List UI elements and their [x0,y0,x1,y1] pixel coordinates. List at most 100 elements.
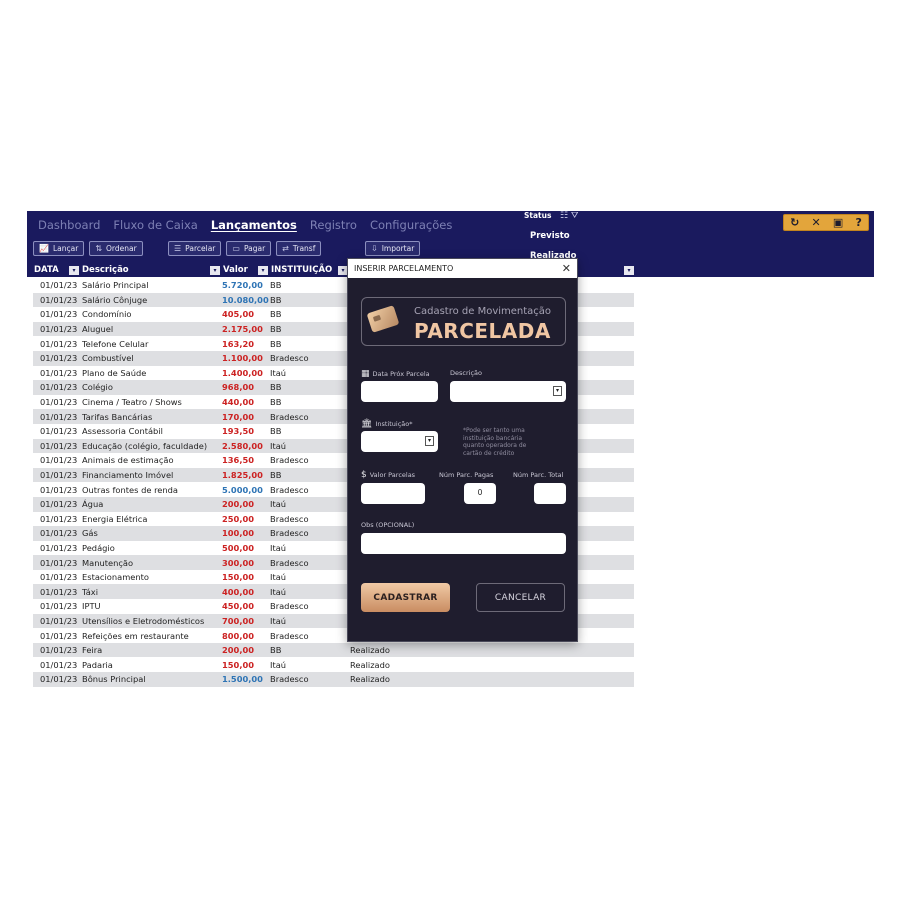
instituicao-label: 🏛 Instituição* [361,419,412,429]
num-parc-pagas-field[interactable]: 0 [464,483,496,504]
cell-description: Combustível [82,353,134,364]
filter-dropdown-icon[interactable]: ▾ [69,265,79,275]
cell-date: 01/01/23 [40,470,78,481]
cell-date: 01/01/23 [40,294,78,305]
banner-title: PARCELADA [414,319,551,343]
ordenar-label: Ordenar [106,244,137,253]
cell-value: 1.500,00 [222,674,263,685]
cell-date: 01/01/23 [40,440,78,451]
cell-institution: Itaú [270,659,287,670]
cell-description: Pedágio [82,542,115,553]
cell-description: Táxi [82,586,98,597]
cell-institution: Itaú [270,586,287,597]
cell-date: 01/01/23 [40,674,78,685]
filter-dropdown-icon[interactable]: ▾ [258,265,268,275]
cell-date: 01/01/23 [40,411,78,422]
importar-button[interactable]: ⇩ Importar [365,241,421,256]
data-prox-parcela-field[interactable] [361,381,438,402]
cell-institution: BB [270,309,282,320]
cell-value: 2.580,00 [222,440,263,451]
instituicao-select[interactable]: ▾ [361,431,438,452]
chevron-down-icon[interactable]: ▾ [553,386,562,396]
instituicao-hint: *Pode ser tanto uma instituição bancária… [463,427,527,457]
toolbar-left: 📈 Lançar ⇅ Ordenar [33,241,143,256]
cell-value: 700,00 [222,615,255,626]
lancar-button[interactable]: 📈 Lançar [33,241,85,256]
num-parc-total-field[interactable] [534,483,566,504]
cancelar-button[interactable]: CANCELAR [476,583,565,612]
table-row[interactable]: 01/01/23 Feira 200,00 BB Realizado [33,642,634,658]
cell-value: 400,00 [222,586,255,597]
table-row[interactable]: 01/01/23 Padaria 150,00 Itaú Realizado [33,657,634,672]
cell-description: Salário Principal [82,280,149,291]
col-descricao-header: ▾ Descrição [69,263,129,277]
parcelar-button[interactable]: ☰ Parcelar [168,241,222,256]
list-icon: ☰ [174,244,182,253]
cell-institution: BB [270,470,282,481]
cell-institution: Itaú [270,542,287,553]
cell-date: 01/01/23 [40,426,78,437]
cell-value: 2.175,00 [222,324,263,335]
cell-description: Refeições em restaurante [82,630,189,641]
chevron-down-icon[interactable]: ▾ [425,436,434,446]
close-icon[interactable]: ✕ [562,262,571,275]
nav-dashboard[interactable]: Dashboard [38,218,100,232]
dialog-title: INSERIR PARCELAMENTO [354,264,454,273]
cell-value: 440,00 [222,397,255,408]
cell-value: 193,50 [222,426,255,437]
transf-label: Transf [292,244,316,253]
cell-institution: Itaú [270,440,287,451]
import-icon: ⇩ [371,244,378,253]
nav-lancamentos[interactable]: Lançamentos [211,218,297,232]
cell-institution: BB [270,294,282,305]
nav-registro[interactable]: Registro [310,218,357,232]
cell-value: 163,20 [222,338,255,349]
obs-field[interactable] [361,533,566,554]
status-option-previsto[interactable]: Previsto [530,231,570,241]
cell-status: Realizado [350,674,390,685]
transfer-icon: ⇄ [282,244,289,253]
ordenar-button[interactable]: ⇅ Ordenar [89,241,143,256]
filter-dropdown-icon[interactable]: ▾ [210,265,220,275]
cell-date: 01/01/23 [40,455,78,466]
cell-description: Cinema / Teatro / Shows [82,397,182,408]
table-row[interactable]: 01/01/23 Bônus Principal 1.500,00 Bradesco R… [33,672,634,687]
dialog-titlebar: INSERIR PARCELAMENTO ✕ [348,259,577,278]
descricao-select[interactable]: ▾ [450,381,566,402]
cell-date: 01/01/23 [40,630,78,641]
cell-date: 01/01/23 [40,499,78,510]
transf-button[interactable]: ⇄ Transf [276,241,322,256]
cell-description: Plano de Saúde [82,367,147,378]
cell-institution: Itaú [270,572,287,583]
cell-description: Feira [82,645,103,656]
cell-date: 01/01/23 [40,572,78,583]
status-filter[interactable]: Status ☷ ⛛ Previsto Realizado [524,211,634,261]
filter-dropdown-icon[interactable]: ▾ [624,266,634,275]
valor-parcelas-field[interactable] [361,483,425,504]
restore-icon[interactable]: ▣ [833,216,843,229]
cell-description: Outras fontes de renda [82,484,179,495]
data-prox-parcela-label: ▦ Data Próx Parcela [361,369,430,379]
cell-description: Financiamento Imóvel [82,470,174,481]
col-valor-label: Valor [223,265,248,275]
filter-icon[interactable]: ☷ ⛛ [560,211,579,221]
cell-value: 5.000,00 [222,484,263,495]
cell-description: Manutenção [82,557,134,568]
nav-fluxo-de-caixa[interactable]: Fluxo de Caixa [113,218,197,232]
cell-date: 01/01/23 [40,513,78,524]
help-icon[interactable]: ? [856,216,862,229]
nav-configuracoes[interactable]: Configurações [370,218,452,232]
cadastrar-button[interactable]: CADASTRAR [361,583,450,612]
num-parc-pagas-label: Núm Parc. Pagas [439,471,493,479]
cell-institution: Bradesco [270,528,309,539]
instituicao-label-text: Instituição* [375,420,413,428]
refresh-icon[interactable]: ↻ [790,216,799,229]
collapse-icon[interactable]: ✕ [812,216,821,229]
cell-date: 01/01/23 [40,280,78,291]
toolbar-right: ⇩ Importar [365,241,421,256]
pagar-button[interactable]: ▭ Pagar [226,241,272,256]
cell-date: 01/01/23 [40,659,78,670]
cell-description: Água [82,499,104,510]
cell-value: 136,50 [222,455,255,466]
cell-date: 01/01/23 [40,557,78,568]
